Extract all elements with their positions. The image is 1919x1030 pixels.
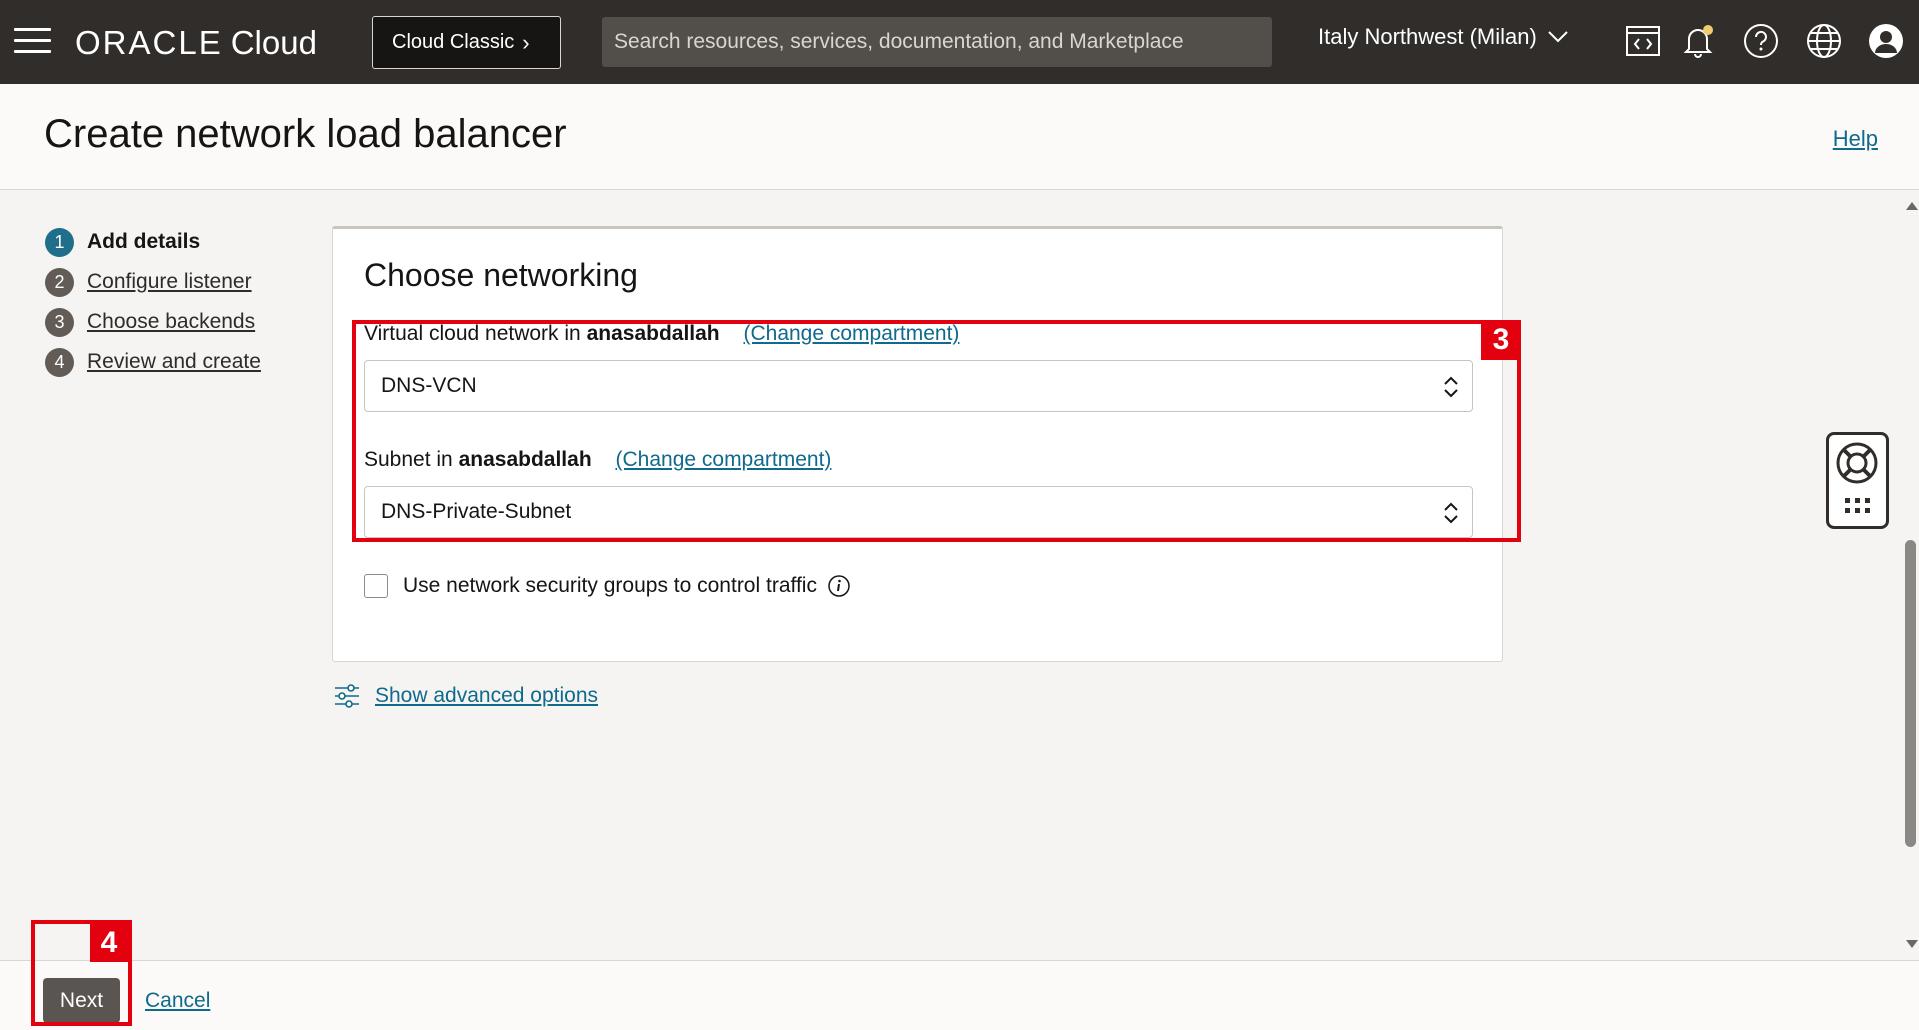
step-number: 4 [45, 347, 74, 377]
step-label: Add details [87, 230, 201, 253]
nsg-option: Use network security groups to control t… [364, 574, 851, 598]
logo-brand: ORACLE [75, 24, 223, 61]
wizard-steps: 1 Add details 2 Configure listener 3 Cho… [45, 222, 261, 382]
chevron-down-icon [1548, 31, 1568, 43]
cancel-link[interactable]: Cancel [145, 989, 210, 1013]
bell-icon[interactable] [1679, 22, 1717, 60]
advanced-options-label: Show advanced options [375, 684, 598, 707]
step-choose-backends[interactable]: 3 Choose backends [45, 302, 261, 342]
page-header: Create network load balancer Help [0, 84, 1919, 190]
region-selector[interactable]: Italy Northwest (Milan) [1318, 24, 1569, 50]
cloud-classic-button[interactable]: Cloud Classic › [372, 16, 561, 69]
wizard-footer: Next Cancel [0, 960, 1919, 1030]
networking-title: Choose networking [364, 257, 638, 293]
search-placeholder: Search resources, services, documentatio… [614, 30, 1184, 53]
step-review-and-create[interactable]: 4 Review and create [45, 342, 261, 382]
step-number: 3 [45, 307, 74, 337]
show-advanced-options[interactable]: Show advanced options [333, 682, 598, 710]
step-number: 1 [45, 227, 74, 257]
help-icon[interactable] [1742, 22, 1780, 60]
globe-icon[interactable] [1805, 22, 1843, 60]
oracle-cloud-logo[interactable]: ORACLE Cloud [75, 24, 317, 62]
page-title: Create network load balancer [44, 112, 567, 156]
user-icon[interactable] [1867, 22, 1905, 60]
main-content: 1 Add details 2 Configure listener 3 Cho… [0, 190, 1902, 960]
step-label: Review and create [87, 350, 261, 373]
help-link[interactable]: Help [1833, 126, 1878, 152]
sliders-icon [335, 684, 359, 708]
scroll-up-arrow-icon[interactable] [1906, 202, 1918, 210]
step-configure-listener[interactable]: 2 Configure listener [45, 262, 261, 302]
step-add-details[interactable]: 1 Add details [45, 222, 261, 262]
menu-icon[interactable] [14, 28, 51, 54]
chevron-right-icon: › [522, 29, 530, 55]
scroll-down-arrow-icon[interactable] [1906, 940, 1918, 948]
vertical-scrollbar[interactable] [1902, 190, 1919, 960]
apps-grid-icon [1845, 498, 1870, 513]
nsg-checkbox[interactable] [364, 574, 388, 598]
lifebuoy-icon [1836, 442, 1878, 484]
step-label: Choose backends [87, 310, 256, 333]
top-navigation-bar: ORACLE Cloud Cloud Classic › Search reso… [0, 0, 1919, 84]
nsg-label: Use network security groups to control t… [403, 574, 817, 597]
info-icon[interactable] [827, 574, 851, 598]
help-widget[interactable] [1826, 432, 1889, 529]
step-badge-4: 4 [90, 924, 128, 962]
region-label: Italy Northwest (Milan) [1318, 24, 1537, 49]
step-number: 2 [45, 267, 74, 297]
search-input[interactable]: Search resources, services, documentatio… [602, 17, 1272, 67]
highlight-networking-box [352, 320, 1521, 542]
cloud-classic-label: Cloud Classic [392, 31, 515, 53]
step-badge-3: 3 [1481, 320, 1521, 360]
logo-product: Cloud [230, 24, 317, 61]
code-editor-icon[interactable] [1624, 22, 1662, 60]
step-label: Configure listener [87, 270, 252, 293]
scroll-thumb[interactable] [1905, 540, 1916, 847]
